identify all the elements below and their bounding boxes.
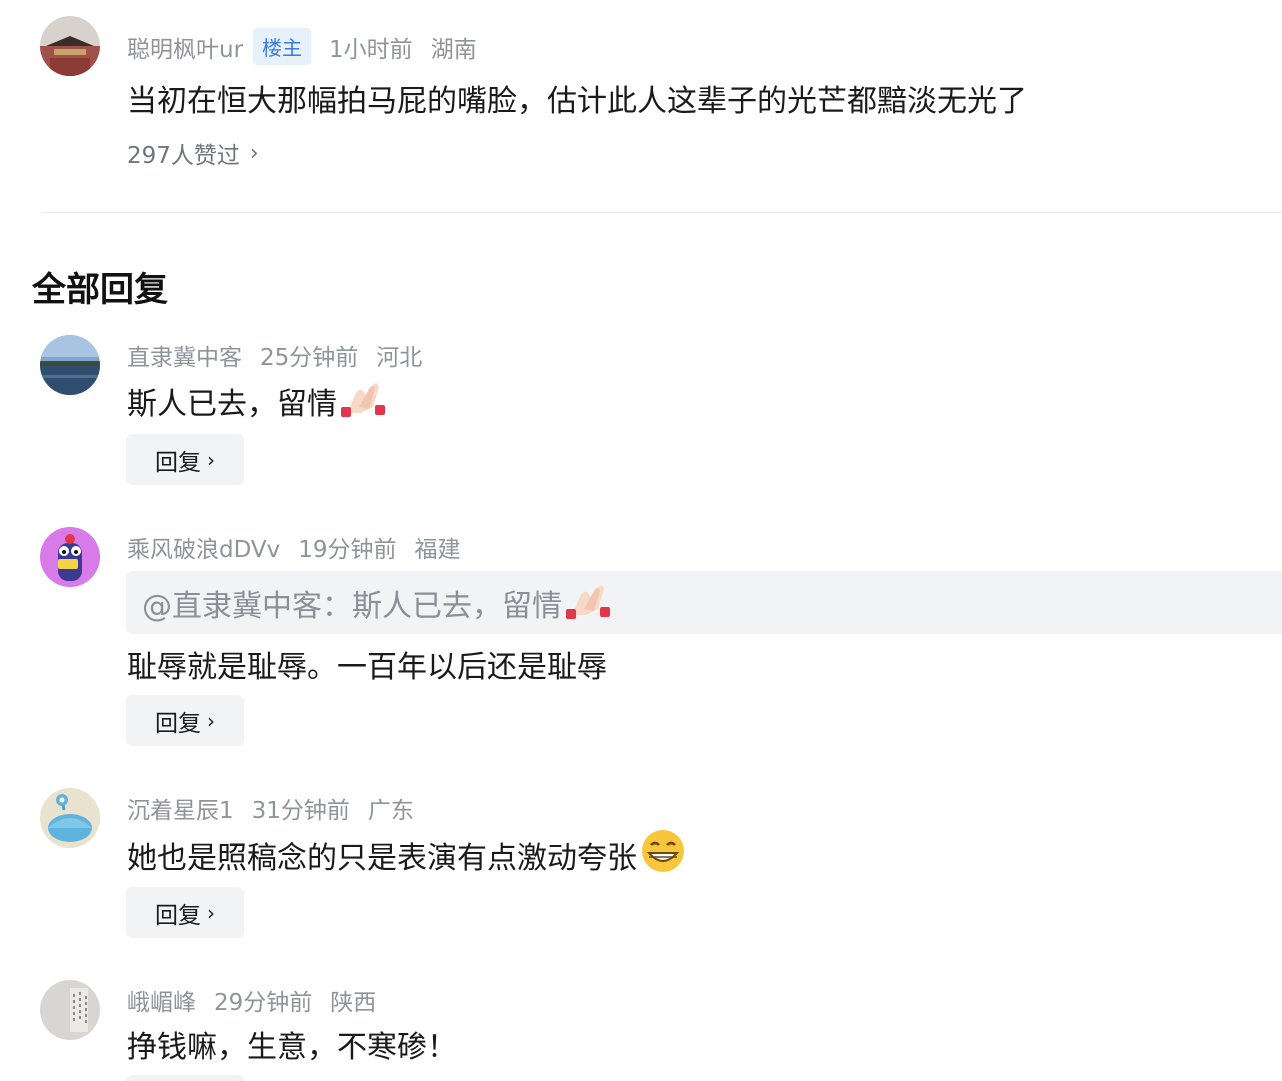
avatar-reply-1[interactable] xyxy=(40,335,100,395)
timestamp: 29分钟前 xyxy=(214,990,313,1016)
username[interactable]: 乘风破浪dDVv xyxy=(127,530,280,564)
reply-text: 耻辱就是耻辱。一百年以后还是耻辱 xyxy=(127,650,607,685)
timestamp: 19分钟前 xyxy=(298,537,397,563)
reply-meta: 直隶冀中客 25分钟前 河北 xyxy=(127,338,422,372)
avatar-image xyxy=(40,788,100,848)
pray-hands-icon xyxy=(339,377,387,425)
location: 湖南 xyxy=(430,36,477,63)
op-badge: 楼主 xyxy=(253,28,312,65)
timestamp: 31分钟前 xyxy=(251,798,350,824)
reply-button-label: 回复 xyxy=(155,449,201,476)
reply-meta: 乘风破浪dDVv 19分钟前 福建 xyxy=(127,530,461,564)
username[interactable]: 直隶冀中客 xyxy=(127,338,242,372)
reply-meta: 沉着星辰1 31分钟前 广东 xyxy=(127,791,414,825)
avatar-reply-2[interactable] xyxy=(40,527,100,587)
reply-button[interactable] xyxy=(126,1075,244,1081)
avatar-image xyxy=(40,335,100,395)
reply-text-row: 斯人已去，留情 xyxy=(127,377,387,425)
timestamp: 25分钟前 xyxy=(260,345,359,371)
location: 福建 xyxy=(414,537,461,563)
divider xyxy=(42,212,1282,213)
location: 河北 xyxy=(376,345,423,371)
pray-hands-icon xyxy=(564,579,612,627)
reply-text-row: 她也是照稿念的只是表演有点激动夸张 xyxy=(127,829,687,881)
chevron-right-icon: › xyxy=(207,900,215,925)
reply-button[interactable]: 回复 › xyxy=(126,887,244,938)
username[interactable]: 沉着星辰1 xyxy=(127,791,234,825)
location: 陕西 xyxy=(330,990,377,1016)
reply-text: 她也是照稿念的只是表演有点激动夸张 xyxy=(127,841,637,876)
avatar-image xyxy=(40,16,100,76)
quoted-reply: @直隶冀中客：斯人已去，留情 xyxy=(126,571,1282,634)
reply-button-label: 回复 xyxy=(155,710,201,737)
avatar-main[interactable] xyxy=(40,16,100,76)
avatar-reply-4[interactable] xyxy=(40,980,100,1040)
likes-link[interactable]: 297人赞过 › xyxy=(127,136,259,170)
location: 广东 xyxy=(367,798,414,824)
timestamp: 1小时前 xyxy=(329,36,413,63)
avatar-reply-3[interactable] xyxy=(40,788,100,848)
reply-text: 斯人已去，留情 xyxy=(127,387,337,422)
chevron-right-icon: › xyxy=(207,447,215,472)
username[interactable]: 峨嵋峰 xyxy=(127,983,196,1017)
comment-text: 当初在恒大那幅拍马屁的嘴脸，估计此人这辈子的光芒都黯淡无光了 xyxy=(127,84,1027,119)
reply-button[interactable]: 回复 › xyxy=(126,695,244,746)
section-title: 全部回复 xyxy=(32,270,168,310)
likes-count: 297人赞过 xyxy=(127,143,240,169)
quote-text: @直隶冀中客：斯人已去，留情 xyxy=(142,588,562,624)
chevron-right-icon: › xyxy=(249,140,259,166)
username[interactable]: 聪明枫叶ur xyxy=(127,30,243,64)
avatar-image xyxy=(40,527,100,587)
chevron-right-icon: › xyxy=(207,708,215,733)
reply-button[interactable]: 回复 › xyxy=(126,434,244,485)
reply-text: 挣钱嘛，生意，不寒碜！ xyxy=(127,1030,457,1065)
reply-button-label: 回复 xyxy=(155,902,201,929)
avatar-image xyxy=(40,980,100,1040)
comment-meta: 聪明枫叶ur 楼主 1小时前 湖南 xyxy=(127,28,477,65)
grinning-face-icon xyxy=(639,829,687,881)
reply-meta: 峨嵋峰 29分钟前 陕西 xyxy=(127,983,376,1017)
